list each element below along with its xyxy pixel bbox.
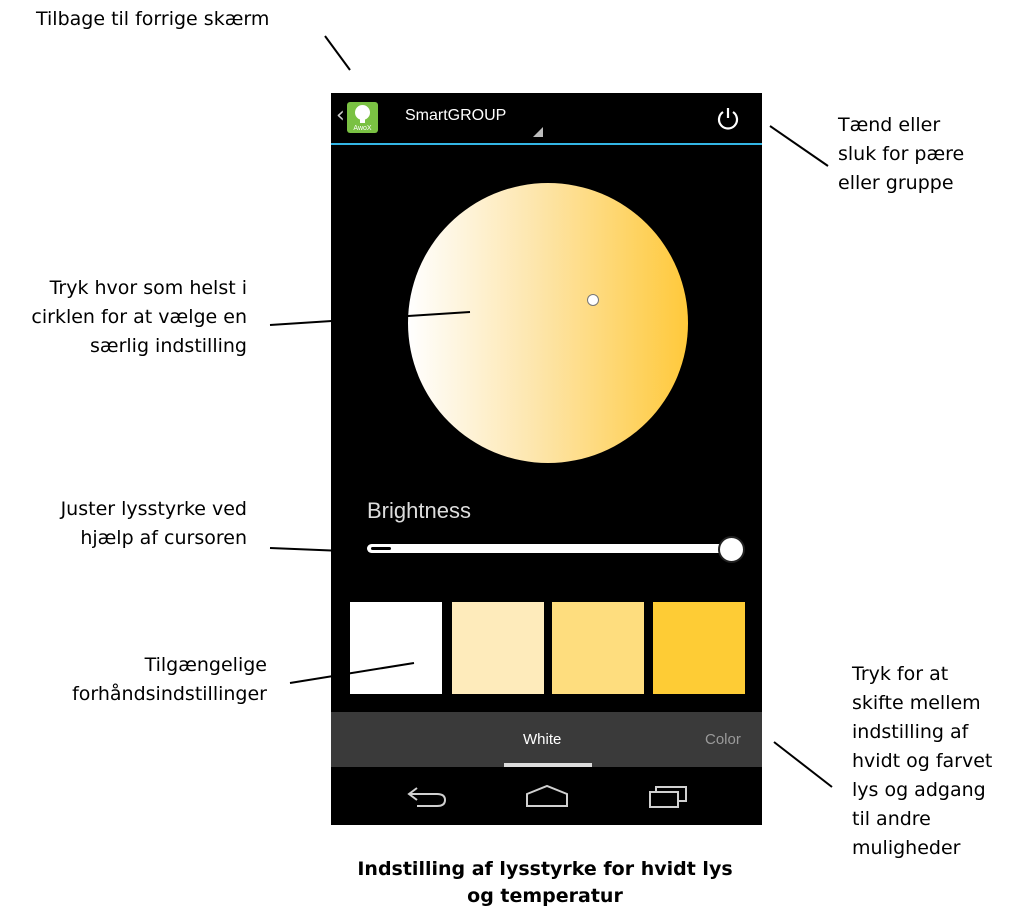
callout-line-tabs xyxy=(773,741,833,788)
callout-line-circle xyxy=(269,311,471,326)
callout-line-back xyxy=(324,35,351,71)
callout-line-power xyxy=(769,125,829,167)
callout-lines xyxy=(269,35,833,788)
callout-line-brightness xyxy=(269,547,369,553)
callout-line-presets xyxy=(289,662,415,684)
